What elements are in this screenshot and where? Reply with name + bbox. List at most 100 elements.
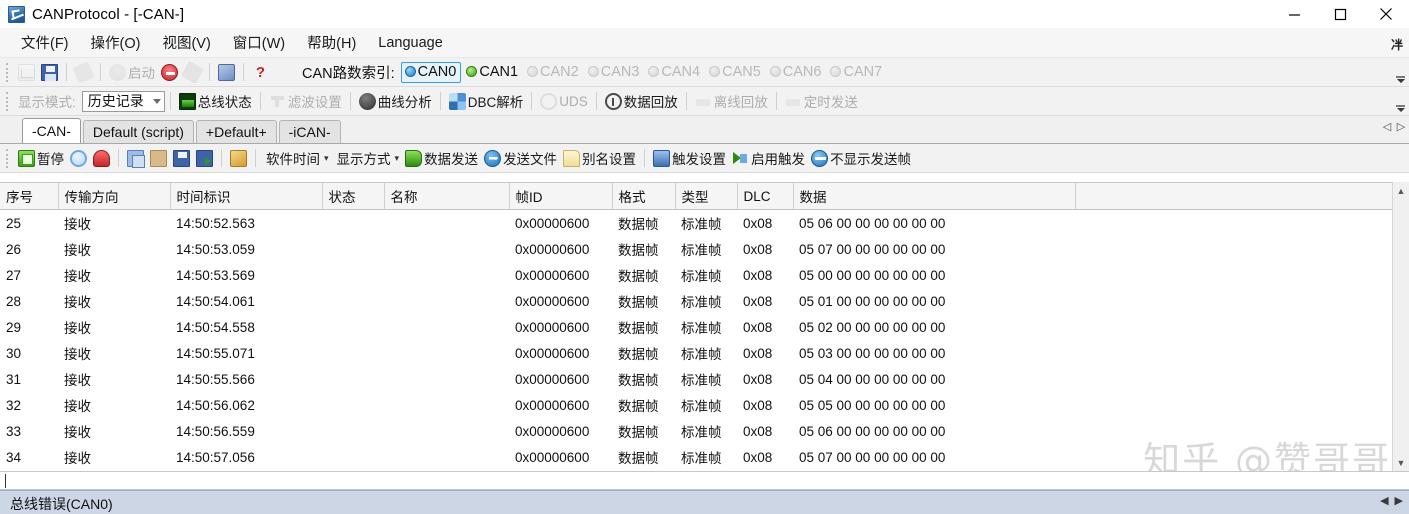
open-file-button[interactable]	[15, 61, 38, 84]
start-button[interactable]: 启动	[106, 61, 158, 84]
send-file-button[interactable]: 发送文件	[481, 147, 560, 170]
timed-send-button[interactable]: 定时发送	[782, 90, 861, 113]
copy-button[interactable]	[124, 147, 147, 170]
table-vertical-scrollbar[interactable]: ▲ ▼	[1392, 182, 1409, 471]
software-time-menu[interactable]: 软件时间 ▾	[261, 147, 332, 170]
pause-icon	[18, 149, 35, 167]
table-row[interactable]: 31 接收 14:50:55.566 0x00000600 数据帧 标准帧 0x…	[0, 366, 1409, 392]
table-row[interactable]: 27 接收 14:50:53.569 0x00000600 数据帧 标准帧 0x…	[0, 262, 1409, 288]
mode-toolbar-overflow-button[interactable]	[1394, 91, 1407, 112]
tab-plus-default[interactable]: +Default+	[195, 120, 277, 143]
clear-button[interactable]	[67, 147, 90, 170]
cell-time: 14:50:56.062	[176, 397, 255, 413]
package-button[interactable]	[215, 61, 238, 84]
can-channel-can0[interactable]: CAN0	[400, 61, 462, 83]
cell-format: 数据帧	[618, 243, 659, 258]
table-row[interactable]: 34 接收 14:50:57.056 0x00000600 数据帧 标准帧 0x…	[0, 444, 1409, 470]
toolbar-grip[interactable]	[6, 148, 11, 168]
toolbar-grip[interactable]	[6, 62, 11, 82]
table-row[interactable]: 32 接收 14:50:56.062 0x00000600 数据帧 标准帧 0x…	[0, 392, 1409, 418]
paste-button[interactable]	[147, 147, 170, 170]
column-header-frame-id[interactable]: 帧ID	[509, 183, 613, 210]
cell-state	[322, 366, 384, 392]
tab-default-script[interactable]: Default (script)	[82, 120, 194, 143]
settings-button[interactable]	[180, 60, 205, 84]
close-button[interactable]	[1363, 0, 1409, 28]
status-bar-scroll-controls[interactable]: ◀ ▶	[1380, 494, 1403, 507]
column-header-type[interactable]: 类型	[675, 183, 738, 210]
column-header-state[interactable]: 状态	[322, 183, 385, 210]
scroll-down-arrow-icon[interactable]: ▼	[1393, 454, 1409, 471]
column-header-data[interactable]: 数据	[793, 183, 1076, 210]
column-header-seq[interactable]: 序号	[0, 183, 59, 210]
column-header-name[interactable]: 名称	[384, 183, 510, 210]
save-log-button[interactable]	[170, 147, 193, 170]
maximize-button[interactable]	[1317, 0, 1363, 28]
record-button[interactable]	[90, 147, 113, 170]
can-channel-can2[interactable]: CAN2	[524, 63, 583, 82]
module-button[interactable]	[227, 147, 250, 170]
table-row[interactable]: 30 接收 14:50:55.071 0x00000600 数据帧 标准帧 0x…	[0, 340, 1409, 366]
cell-seq: 27	[6, 267, 22, 283]
channel-status-dot-icon	[527, 66, 539, 77]
dbc-parse-button[interactable]: DBC解析	[446, 90, 527, 113]
scroll-up-arrow-icon[interactable]: ▲	[1393, 182, 1409, 199]
table-row[interactable]: 25 接收 14:50:52.563 0x00000600 数据帧 标准帧 0x…	[0, 210, 1409, 237]
connect-button[interactable]	[72, 60, 95, 84]
display-style-menu[interactable]: 显示方式 ▾	[332, 147, 403, 170]
save-and-run-button[interactable]	[193, 147, 216, 170]
pause-label: 暂停	[37, 152, 64, 167]
can-channel-can5[interactable]: CAN5	[706, 63, 765, 82]
trigger-settings-button[interactable]: 触发设置	[650, 147, 729, 170]
filter-settings-button[interactable]: 滤波设置	[266, 90, 345, 113]
table-row[interactable]: 26 接收 14:50:53.059 0x00000600 数据帧 标准帧 0x…	[0, 236, 1409, 262]
menu-view[interactable]: 视图(V)	[151, 29, 221, 56]
offline-replay-button[interactable]: 离线回放	[692, 90, 771, 113]
column-header-format[interactable]: 格式	[612, 183, 676, 210]
save-button[interactable]	[38, 61, 61, 84]
tab-ican[interactable]: -iCAN-	[278, 120, 341, 143]
data-replay-button[interactable]: 数据回放	[602, 90, 681, 113]
tab-scroll-right-icon[interactable]: ▷	[1395, 120, 1407, 133]
menu-help[interactable]: 帮助(H)	[296, 29, 367, 56]
status-scroll-right-icon[interactable]: ▶	[1395, 494, 1403, 507]
uds-button[interactable]: UDS	[537, 90, 591, 113]
curve-analysis-button[interactable]: 曲线分析	[356, 90, 435, 113]
cell-data: 05 07 00 00 00 00 00 00	[799, 449, 946, 465]
command-input-bar[interactable]	[0, 471, 1409, 490]
display-mode-select[interactable]: 历史记录	[81, 90, 165, 112]
table-row[interactable]: 29 接收 14:50:54.558 0x00000600 数据帧 标准帧 0x…	[0, 314, 1409, 340]
bus-status-button[interactable]: 总线状态	[176, 90, 255, 113]
enable-trigger-button[interactable]: 启用触发	[729, 147, 808, 170]
message-table-container[interactable]: 序号 传输方向 时间标识 状态 名称 帧ID 格式 类型 DLC 数据 25 接…	[0, 182, 1409, 492]
pause-button[interactable]: 暂停	[15, 147, 67, 170]
menu-operation[interactable]: 操作(O)	[80, 29, 152, 56]
column-header-dlc[interactable]: DLC	[737, 183, 794, 210]
menu-file[interactable]: 文件(F)	[10, 29, 80, 56]
can-channel-can1[interactable]: CAN1	[463, 63, 522, 82]
menu-language[interactable]: Language	[367, 32, 454, 54]
display-mode-label: 显示模式:	[15, 90, 79, 113]
column-header-direction[interactable]: 传输方向	[58, 183, 171, 210]
send-data-button[interactable]: 数据发送	[402, 147, 481, 170]
column-header-time[interactable]: 时间标识	[170, 183, 323, 210]
can-channel-can6[interactable]: CAN6	[767, 63, 826, 82]
toolbar-grip[interactable]	[6, 91, 11, 111]
alias-settings-button[interactable]: 别名设置	[560, 147, 639, 170]
tab-scroll-left-icon[interactable]: ◁	[1381, 120, 1393, 133]
tab-can[interactable]: -CAN-	[22, 118, 81, 143]
menu-window[interactable]: 窗口(W)	[222, 29, 296, 56]
can-channel-can7[interactable]: CAN7	[827, 63, 886, 82]
can-toolbar-overflow-button[interactable]	[1394, 62, 1407, 83]
can-channel-can3[interactable]: CAN3	[585, 63, 644, 82]
help-button[interactable]: ?	[249, 61, 272, 84]
can-channel-can4[interactable]: CAN4	[645, 63, 704, 82]
mdi-restore-glyph[interactable]: 冸	[1391, 36, 1403, 53]
cell-frame-id: 0x00000600	[515, 215, 590, 231]
table-row[interactable]: 33 接收 14:50:56.559 0x00000600 数据帧 标准帧 0x…	[0, 418, 1409, 444]
status-scroll-left-icon[interactable]: ◀	[1380, 494, 1388, 507]
minimize-button[interactable]	[1271, 0, 1317, 28]
hide-sent-frames-button[interactable]: 不显示发送帧	[808, 147, 914, 170]
stop-button[interactable]	[158, 61, 181, 84]
table-row[interactable]: 28 接收 14:50:54.061 0x00000600 数据帧 标准帧 0x…	[0, 288, 1409, 314]
